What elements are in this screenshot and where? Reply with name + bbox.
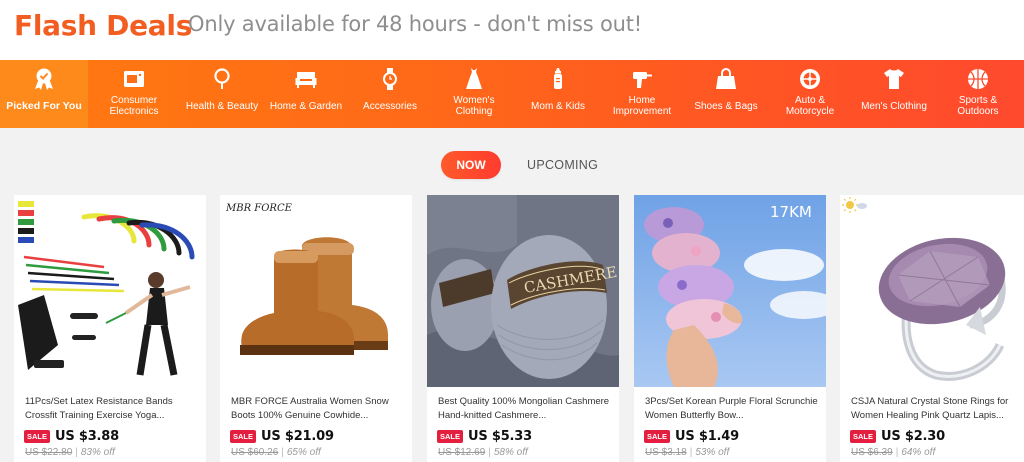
original-price: US $6.39 — [851, 447, 893, 458]
product-image[interactable]: MBR FORCE — [220, 195, 412, 387]
category-nav: Picked For You Consumer Electronics Heal… — [0, 60, 1024, 128]
price-row: SALE US $5.33 — [437, 428, 532, 444]
product-card[interactable]: CSJA Natural Crystal Stone Rings for Wom… — [840, 195, 1024, 462]
price-row: SALE US $1.49 — [644, 428, 739, 444]
deal-tabs: NOW UPCOMING — [0, 151, 1024, 181]
product-price: US $3.88 — [55, 428, 119, 444]
category-home-improvement[interactable]: Home Improvement — [600, 60, 684, 128]
drill-icon — [629, 66, 655, 92]
category-womens-clothing[interactable]: Women's Clothing — [432, 60, 516, 128]
product-price: US $21.09 — [261, 428, 334, 444]
product-title[interactable]: 11Pcs/Set Latex Resistance Bands Crossfi… — [25, 395, 201, 423]
wheel-icon — [797, 66, 823, 92]
price-row: SALE US $3.88 — [24, 428, 119, 444]
category-label: Picked For You — [6, 100, 82, 112]
category-shoes-bags[interactable]: Shoes & Bags — [684, 60, 768, 128]
product-image[interactable]: CASHMERE — [427, 195, 619, 387]
sale-badge: SALE — [850, 429, 877, 443]
category-health-beauty[interactable]: Health & Beauty — [180, 60, 264, 128]
original-price-row: US $60.26 | 65% off — [231, 447, 321, 458]
product-card[interactable]: CASHMERE Best Quality 100% Mongolian Cas… — [427, 195, 619, 462]
category-accessories[interactable]: Accessories — [348, 60, 432, 128]
discount-percent: 64% off — [901, 447, 936, 458]
category-label: Shoes & Bags — [694, 101, 758, 112]
category-picked-for-you[interactable]: Picked For You — [0, 60, 88, 128]
product-card[interactable]: 17KM 3Pcs/Set Korean Purple Floral Scrun… — [634, 195, 826, 462]
category-consumer-electronics[interactable]: Consumer Electronics — [88, 60, 180, 128]
price-row: SALE US $2.30 — [850, 428, 945, 444]
discount-percent: 65% off — [286, 447, 321, 458]
sofa-icon — [293, 66, 319, 92]
original-price: US $12.69 — [438, 447, 486, 458]
category-label: Accessories — [363, 101, 417, 112]
category-label: Home & Garden — [269, 101, 343, 112]
original-price: US $3.18 — [645, 447, 687, 458]
product-image[interactable]: 17KM — [634, 195, 826, 387]
tab-now[interactable]: NOW — [441, 151, 501, 179]
category-label: Sports & Outdoors — [957, 95, 999, 117]
category-auto-motorcycle[interactable]: Auto & Motorcycle — [768, 60, 852, 128]
page-header: Flash Deals Only available for 48 hours … — [0, 0, 1024, 56]
product-price: US $5.33 — [468, 428, 532, 444]
discount-percent: 83% off — [80, 447, 115, 458]
page-title: Flash Deals — [14, 9, 193, 42]
category-label: Consumer Electronics — [109, 95, 159, 117]
product-price: US $2.30 — [881, 428, 945, 444]
product-title[interactable]: MBR FORCE Australia Women Snow Boots 100… — [231, 395, 407, 423]
video-camera-icon — [121, 66, 147, 92]
category-mens-clothing[interactable]: Men's Clothing — [852, 60, 936, 128]
category-label: Mom & Kids — [531, 101, 585, 112]
dress-icon — [461, 66, 487, 92]
product-title[interactable]: CSJA Natural Crystal Stone Rings for Wom… — [851, 395, 1024, 423]
handbag-icon — [713, 66, 739, 92]
product-image[interactable] — [14, 195, 206, 387]
discount-percent: 58% off — [493, 447, 528, 458]
price-row: SALE US $21.09 — [230, 428, 334, 444]
original-price-row: US $12.69 | 58% off — [438, 447, 528, 458]
original-price-row: US $22.80 | 83% off — [25, 447, 115, 458]
watch-icon — [377, 66, 403, 92]
award-badge-icon — [31, 66, 57, 92]
category-label: Home Improvement — [612, 95, 672, 117]
flash-deals-content: NOW UPCOMING 11Pcs/Set Latex Resistance … — [0, 128, 1024, 462]
product-title[interactable]: Best Quality 100% Mongolian Cashmere Han… — [438, 395, 614, 423]
sale-badge: SALE — [230, 429, 257, 443]
sale-badge: SALE — [644, 429, 671, 443]
original-price: US $60.26 — [231, 447, 279, 458]
sale-badge: SALE — [437, 429, 464, 443]
product-card[interactable]: 11Pcs/Set Latex Resistance Bands Crossfi… — [14, 195, 206, 462]
basketball-icon — [965, 66, 991, 92]
product-card[interactable]: MBR FORCE MBR FORCE Australia Women Snow… — [220, 195, 412, 462]
baby-bottle-icon — [545, 66, 571, 92]
original-price-row: US $3.18 | 53% off — [645, 447, 730, 458]
mirror-icon — [209, 66, 235, 92]
tab-upcoming[interactable]: UPCOMING — [527, 151, 598, 179]
category-label: Auto & Motorcycle — [785, 95, 835, 117]
category-label: Health & Beauty — [185, 101, 259, 112]
brand-mark: 17KM — [770, 203, 812, 221]
sale-badge: SALE — [24, 429, 51, 443]
category-label: Women's Clothing — [453, 95, 495, 117]
product-price: US $1.49 — [675, 428, 739, 444]
product-title[interactable]: 3Pcs/Set Korean Purple Floral Scrunchie … — [645, 395, 821, 423]
category-mom-kids[interactable]: Mom & Kids — [516, 60, 600, 128]
discount-percent: 53% off — [695, 447, 730, 458]
category-home-garden[interactable]: Home & Garden — [264, 60, 348, 128]
product-image[interactable] — [840, 195, 1024, 387]
category-label: Men's Clothing — [861, 101, 927, 112]
tshirt-icon — [881, 66, 907, 92]
original-price-row: US $6.39 | 64% off — [851, 447, 936, 458]
category-sports-outdoors[interactable]: Sports & Outdoors — [936, 60, 1020, 128]
original-price: US $22.80 — [25, 447, 73, 458]
brand-mark: MBR FORCE — [225, 203, 293, 214]
page-subtitle: Only available for 48 hours - don't miss… — [188, 12, 642, 36]
